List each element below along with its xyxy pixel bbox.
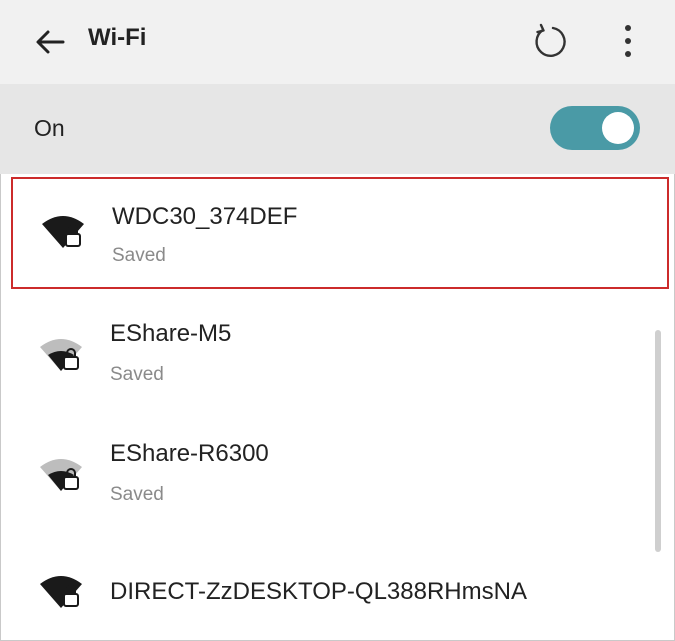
network-item-direct-desktop[interactable]: DIRECT-ZzDESKTOP-QL388RHmsNA bbox=[0, 548, 675, 641]
network-name: DIRECT-ZzDESKTOP-QL388RHmsNA bbox=[110, 578, 527, 605]
wifi-locked-icon bbox=[40, 459, 82, 491]
more-options-button[interactable] bbox=[608, 18, 648, 64]
wifi-toggle[interactable] bbox=[550, 106, 640, 150]
network-name: EShare-M5 bbox=[110, 320, 232, 347]
network-status: Saved bbox=[112, 245, 166, 266]
back-button[interactable] bbox=[28, 20, 72, 64]
scrollbar[interactable] bbox=[655, 330, 661, 552]
more-vert-icon bbox=[625, 25, 631, 57]
wifi-locked-icon bbox=[40, 339, 82, 371]
wifi-locked-icon bbox=[42, 216, 84, 248]
network-status: Saved bbox=[110, 364, 164, 385]
network-item-wdc30[interactable]: WDC30_374DEF Saved bbox=[11, 177, 669, 289]
refresh-icon bbox=[535, 23, 566, 57]
arrow-left-icon bbox=[36, 30, 65, 54]
network-name: EShare-R6300 bbox=[110, 440, 269, 467]
network-status: Saved bbox=[110, 484, 164, 505]
refresh-button[interactable] bbox=[528, 18, 574, 64]
page-title: Wi-Fi bbox=[88, 24, 147, 51]
network-name: WDC30_374DEF bbox=[112, 203, 298, 230]
app-bar: Wi-Fi bbox=[0, 0, 675, 84]
wifi-locked-icon bbox=[40, 576, 82, 608]
network-item-eshare-r6300[interactable]: EShare-R6300 Saved bbox=[0, 418, 675, 536]
toggle-knob bbox=[602, 112, 634, 144]
wifi-on-label: On bbox=[34, 115, 65, 141]
wifi-master-switch-row[interactable]: On bbox=[0, 84, 675, 174]
network-item-eshare-m5[interactable]: EShare-M5 Saved bbox=[0, 298, 675, 416]
